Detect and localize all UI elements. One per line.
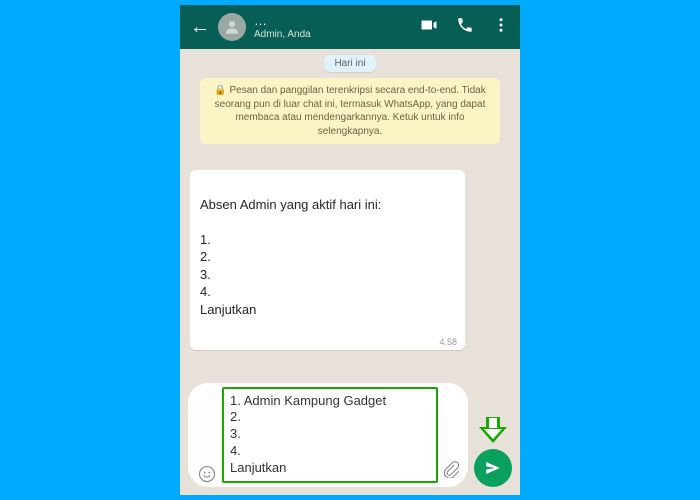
chat-screen: ← … Admin, Anda Hari ini 🔒 Pesan dan pan… xyxy=(180,5,520,495)
composer: 1. Admin Kampung Gadget 2. 3. 4. Lanjutk… xyxy=(180,377,520,495)
chat-title-block[interactable]: … Admin, Anda xyxy=(254,14,412,39)
voice-call-icon[interactable] xyxy=(456,16,474,39)
avatar[interactable] xyxy=(218,13,246,41)
send-button[interactable] xyxy=(474,449,512,487)
more-menu-icon[interactable] xyxy=(492,16,510,39)
chat-title: … xyxy=(254,14,412,28)
chat-body[interactable]: Hari ini 🔒 Pesan dan panggilan terenkrip… xyxy=(180,49,520,377)
emoji-icon[interactable] xyxy=(196,465,218,483)
message-input[interactable]: 1. Admin Kampung Gadget 2. 3. 4. Lanjutk… xyxy=(222,387,438,483)
back-icon[interactable]: ← xyxy=(190,16,210,39)
video-call-icon[interactable] xyxy=(420,16,438,39)
message-time: 4.58 xyxy=(439,336,457,348)
tutorial-arrow-icon xyxy=(479,417,507,439)
chat-header: ← … Admin, Anda xyxy=(180,5,520,49)
encryption-notice[interactable]: 🔒 Pesan dan panggilan terenkripsi secara… xyxy=(200,78,500,144)
message-input-wrap[interactable]: 1. Admin Kampung Gadget 2. 3. 4. Lanjutk… xyxy=(188,383,468,487)
incoming-message[interactable]: Absen Admin yang aktif hari ini: 1. 2. 3… xyxy=(190,170,465,350)
day-separator: Hari ini xyxy=(324,55,375,72)
attachment-icon[interactable] xyxy=(442,460,460,483)
chat-subtitle: Admin, Anda xyxy=(254,29,412,40)
message-text: Absen Admin yang aktif hari ini: 1. 2. 3… xyxy=(200,197,381,317)
